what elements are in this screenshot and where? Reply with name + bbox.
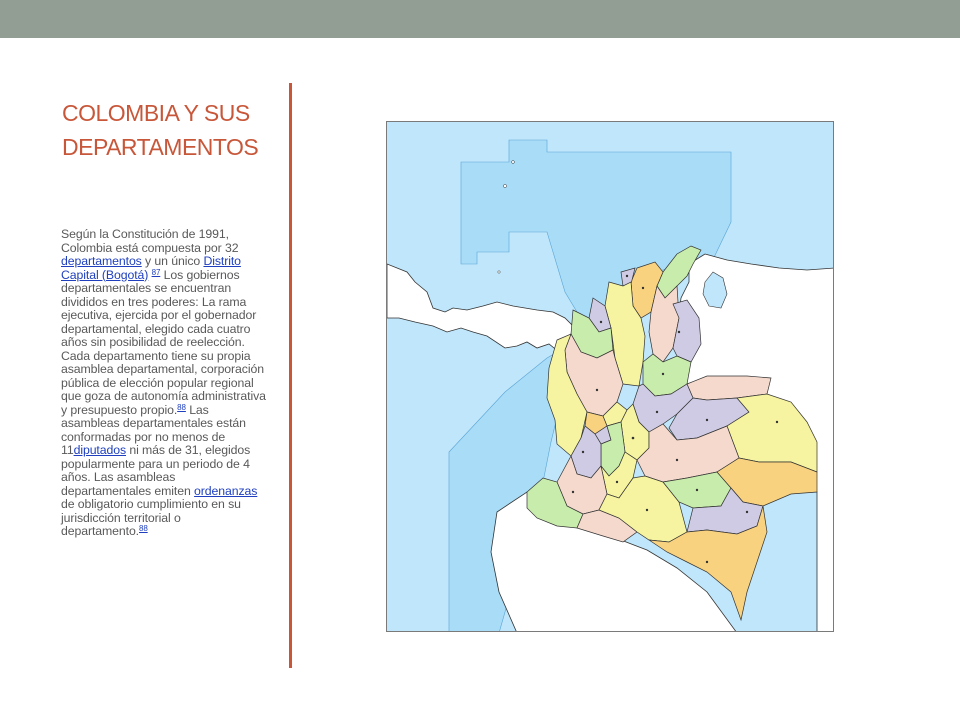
- vertical-divider: [289, 83, 292, 668]
- body-paragraph: Según la Constitución de 1991, Colombia …: [61, 227, 266, 539]
- map-svg: [387, 122, 833, 631]
- island-san-andres: [503, 184, 507, 188]
- top-band: [0, 0, 960, 38]
- ordenanzas-link[interactable]: ordenanzas: [194, 484, 257, 498]
- text-segment: Los gobiernos departamentales se encuent…: [61, 267, 266, 417]
- text-segment: de obligatorio cumplimiento en su jurisd…: [61, 497, 241, 538]
- text-segment: Según la Constitución de 1991, Colombia …: [61, 227, 239, 255]
- island-cayo: [497, 270, 501, 274]
- diputados-link[interactable]: diputados: [74, 443, 127, 457]
- reference-88[interactable]: 88: [177, 403, 186, 412]
- colombia-map: [386, 121, 834, 632]
- departamentos-link[interactable]: departamentos: [61, 254, 142, 268]
- reference-88-end[interactable]: 88: [139, 524, 148, 533]
- title-line-1: COLOMBIA Y SUS: [62, 100, 250, 126]
- title-line-2: DEPARTAMENTOS: [62, 134, 259, 160]
- slide: COLOMBIA Y SUS DEPARTAMENTOS Según la Co…: [0, 0, 960, 720]
- reference-87[interactable]: 87: [152, 268, 161, 277]
- slide-title: COLOMBIA Y SUS DEPARTAMENTOS: [62, 96, 322, 164]
- island-providencia: [511, 160, 515, 164]
- text-segment: y un único: [141, 254, 204, 268]
